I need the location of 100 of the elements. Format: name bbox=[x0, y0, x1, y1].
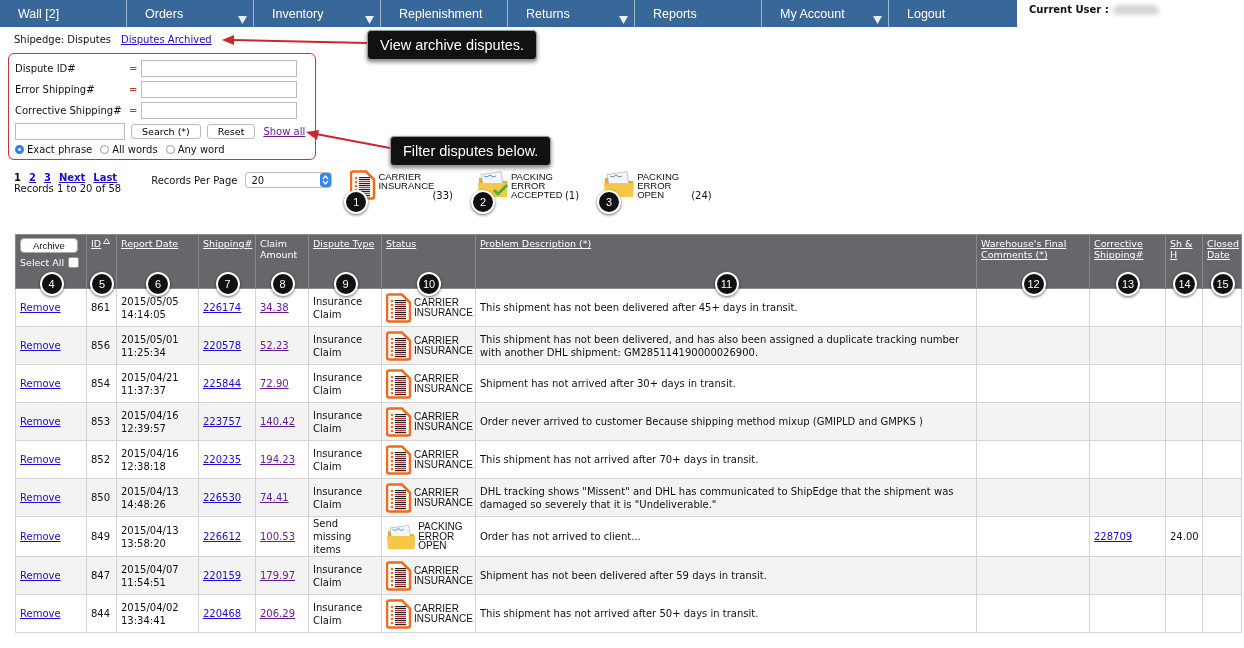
number-badge: 15 bbox=[1210, 272, 1235, 296]
document-list-icon bbox=[386, 368, 412, 399]
report-date-text: 2015/04/13 13:58:20 bbox=[121, 524, 179, 549]
remove-link[interactable]: Remove bbox=[20, 416, 61, 427]
dispute-type-text: Insurance Claim bbox=[313, 295, 363, 320]
shipping-link[interactable]: 220468 bbox=[203, 608, 242, 619]
amount-link[interactable]: 140.42 bbox=[260, 416, 295, 427]
report-date-text: 2015/04/07 11:54:51 bbox=[121, 563, 179, 588]
input-field[interactable] bbox=[141, 81, 297, 98]
shipping-link[interactable]: 223757 bbox=[203, 416, 242, 427]
problem-text: This shipment has not arrived after 50+ days in transit. bbox=[480, 608, 759, 619]
stepper-icon bbox=[320, 173, 332, 187]
column-header[interactable]: ID bbox=[91, 238, 102, 249]
records-per-page-select[interactable]: 20 bbox=[245, 172, 333, 188]
problem-text: This shipment has not been delivered after 45+ days in transit. bbox=[480, 302, 798, 313]
shipping-link[interactable]: 228709 bbox=[1094, 531, 1133, 542]
search-field[interactable] bbox=[15, 123, 125, 140]
column-header[interactable]: Status bbox=[386, 238, 417, 249]
folder-check-icon bbox=[476, 170, 509, 198]
number-badge: 10 bbox=[417, 272, 441, 296]
reset-button[interactable]: Reset bbox=[206, 124, 256, 139]
document-list-icon bbox=[386, 598, 412, 629]
remove-link[interactable]: Remove bbox=[20, 531, 61, 542]
dispute-type-text: Insurance Claim bbox=[313, 371, 363, 396]
amount-link[interactable]: 194.23 bbox=[260, 454, 295, 465]
input-field[interactable] bbox=[141, 60, 297, 77]
show-all-link[interactable]: Show all bbox=[263, 126, 306, 137]
number-badge: 2 bbox=[470, 190, 495, 214]
id-text: 849 bbox=[91, 531, 111, 542]
next-link[interactable]: Next bbox=[58, 172, 86, 183]
checkbox[interactable] bbox=[68, 257, 80, 268]
amount-link[interactable]: 52.23 bbox=[260, 340, 289, 351]
folder-icon bbox=[386, 522, 417, 551]
amount-link[interactable]: 206.29 bbox=[260, 608, 295, 619]
shipping-link[interactable]: 220578 bbox=[203, 340, 242, 351]
problem-text: Shipment has not arrived after 30+ days in transit. bbox=[480, 378, 736, 389]
input-field[interactable] bbox=[141, 102, 297, 119]
column-header[interactable]: Problem Description (*) bbox=[480, 238, 592, 249]
radio-button[interactable] bbox=[15, 145, 24, 154]
amount-link[interactable]: 100.53 bbox=[260, 531, 295, 542]
radio-button[interactable] bbox=[165, 145, 175, 154]
document-list-icon bbox=[386, 330, 412, 361]
column-header[interactable]: Sh & H bbox=[1170, 238, 1199, 260]
id-text: 850 bbox=[91, 492, 111, 503]
current-page: 1 bbox=[14, 172, 21, 183]
document-list-icon bbox=[386, 560, 412, 591]
remove-link[interactable]: Remove bbox=[20, 608, 61, 619]
report-date-text: 2015/04/16 12:38:18 bbox=[121, 447, 179, 472]
radio-label: Exact phrase bbox=[27, 144, 93, 155]
radio-label: Any word bbox=[177, 144, 225, 155]
column-header[interactable]: Dispute Type bbox=[313, 238, 375, 249]
remove-link[interactable]: Remove bbox=[20, 570, 61, 581]
column-header[interactable]: Warehouse's Final Comments (*) bbox=[981, 238, 1086, 260]
shipping-link[interactable]: 220235 bbox=[203, 454, 242, 465]
amount-link[interactable]: 179.97 bbox=[260, 570, 295, 581]
amount-link[interactable]: 72.90 bbox=[260, 378, 289, 389]
dispute-type-text: Insurance Claim bbox=[313, 333, 363, 358]
radio-label: All words bbox=[112, 144, 158, 155]
remove-link[interactable]: Remove bbox=[20, 378, 61, 389]
archive-button[interactable]: Archive bbox=[20, 238, 78, 253]
problem-text: DHL tracking shows "Missent" and DHL has communicated to ShipEdge that the shipment was damaged so severely that it is "Undeliverable." bbox=[480, 485, 954, 510]
number-badge: 4 bbox=[39, 272, 64, 296]
problem-text: Order has not arrived to client... bbox=[480, 531, 641, 542]
records-per-page-label: Records Per Page bbox=[151, 174, 238, 186]
column-header[interactable]: Closed Date bbox=[1207, 238, 1239, 260]
shipping-link[interactable]: 225844 bbox=[203, 378, 242, 389]
search-button[interactable]: Search (*) bbox=[131, 124, 201, 139]
number-badge: 12 bbox=[1021, 272, 1046, 296]
shipping-link[interactable]: 226174 bbox=[203, 302, 242, 313]
legend-count: (24) bbox=[691, 190, 712, 201]
document-list-icon bbox=[386, 292, 412, 323]
amount-link[interactable]: 74.41 bbox=[260, 492, 289, 503]
dispute-type-text: Insurance Claim bbox=[313, 601, 363, 626]
current-user-label: Current User : bbox=[1029, 4, 1109, 15]
remove-link[interactable]: Remove bbox=[20, 454, 61, 465]
column-header[interactable]: Report Date bbox=[121, 238, 179, 249]
id-text: 847 bbox=[91, 570, 111, 581]
page-link[interactable]: 2 bbox=[28, 172, 36, 183]
remove-link[interactable]: Remove bbox=[20, 302, 61, 313]
callout-tooltip: View archive disputes. bbox=[367, 30, 537, 60]
remove-link[interactable]: Remove bbox=[20, 340, 61, 351]
problem-text: Shipment has not been delivered after 59 days in transit. bbox=[480, 570, 767, 581]
problem-text: This shipment has not been delivered, and has also been assigned a duplicate tracking number with another DHL shipment: GM285114190000026900. bbox=[480, 333, 960, 358]
remove-link[interactable]: Remove bbox=[20, 492, 61, 503]
callout-tooltip: Filter disputes below. bbox=[390, 136, 552, 166]
sh-h-text: 24.00 bbox=[1170, 531, 1199, 542]
folder-icon bbox=[603, 170, 636, 198]
archived-link[interactable]: Disputes Archived bbox=[121, 34, 212, 45]
radio-button[interactable] bbox=[100, 145, 110, 154]
shipping-link[interactable]: 226530 bbox=[203, 492, 242, 503]
legend-count: (33) bbox=[432, 190, 453, 201]
column-header[interactable]: Corrective Shipping# bbox=[1094, 238, 1162, 260]
shipping-link[interactable]: 220159 bbox=[203, 570, 242, 581]
number-badge: 11 bbox=[714, 272, 739, 296]
page-link[interactable]: 3 bbox=[43, 172, 51, 183]
amount-link[interactable]: 34.38 bbox=[260, 302, 289, 313]
number-badge: 14 bbox=[1172, 272, 1197, 296]
column-header[interactable]: Shipping# bbox=[203, 238, 253, 249]
shipping-link[interactable]: 226612 bbox=[203, 531, 242, 542]
last-link[interactable]: Last bbox=[93, 172, 118, 183]
